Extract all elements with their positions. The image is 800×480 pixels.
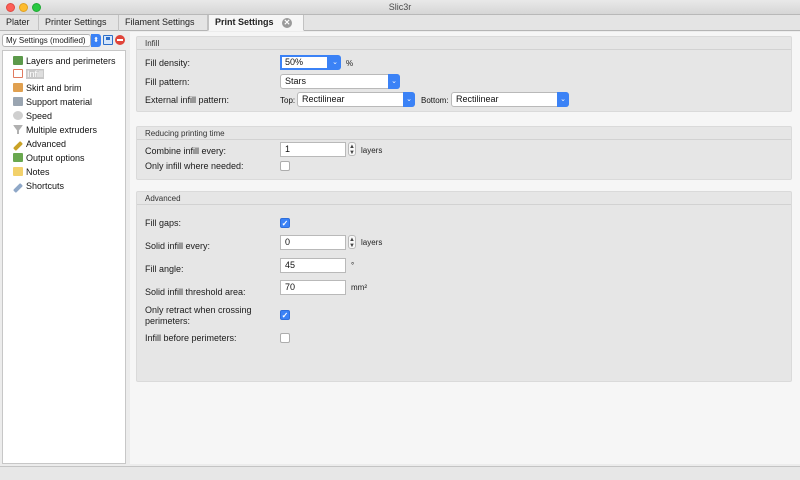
settings-category-list: Layers and perimeters Infill Skirt and b… bbox=[2, 50, 126, 464]
tab-label: Plater bbox=[6, 17, 30, 27]
section-divider bbox=[137, 49, 791, 50]
advanced-section: Advanced Fill gaps: ✓ Solid infill every… bbox=[136, 191, 792, 382]
only-retract-checkbox[interactable]: ✓ bbox=[280, 310, 290, 320]
infill-before-perimeters-label: Infill before perimeters: bbox=[145, 333, 237, 343]
nav-item-speed[interactable]: Speed bbox=[13, 110, 52, 123]
status-bar bbox=[0, 466, 800, 480]
nav-item-skirt-and-brim[interactable]: Skirt and brim bbox=[13, 82, 82, 95]
wrench-icon bbox=[13, 141, 23, 151]
solid-infill-threshold-input[interactable]: 70 bbox=[280, 280, 346, 295]
chevron-down-icon: ⌄ bbox=[403, 92, 415, 107]
infill-section: Infill Fill density: 50% ⌄ % Fill patter… bbox=[136, 36, 792, 112]
section-title: Reducing printing time bbox=[145, 129, 225, 138]
nav-item-infill[interactable]: Infill bbox=[13, 68, 45, 81]
nav-item-advanced[interactable]: Advanced bbox=[13, 138, 66, 151]
external-infill-pattern-label: External infill pattern: bbox=[145, 95, 230, 105]
fill-pattern-select[interactable]: Stars ⌄ bbox=[280, 74, 400, 89]
title-bar: Slic3r bbox=[0, 0, 800, 15]
fill-pattern-label: Fill pattern: bbox=[145, 77, 190, 87]
shortcuts-icon bbox=[13, 183, 23, 193]
fill-angle-input[interactable]: 45 bbox=[280, 258, 346, 273]
top-pattern-label: Top: bbox=[280, 96, 296, 105]
infill-before-perimeters-checkbox[interactable] bbox=[280, 333, 290, 343]
solid-infill-every-stepper[interactable]: ▲ ▼ bbox=[348, 235, 356, 249]
infill-icon bbox=[13, 69, 23, 78]
fill-gaps-checkbox[interactable]: ✓ bbox=[280, 218, 290, 228]
section-title: Advanced bbox=[145, 194, 181, 203]
chevron-down-icon: ⌄ bbox=[557, 92, 569, 107]
bottom-pattern-value: Rectilinear bbox=[456, 94, 499, 104]
bottom-infill-pattern-select[interactable]: Rectilinear ⌄ bbox=[451, 92, 569, 107]
nav-item-multiple-extruders[interactable]: Multiple extruders bbox=[13, 124, 97, 137]
only-infill-where-needed-label: Only infill where needed: bbox=[145, 161, 244, 171]
skirt-brim-icon bbox=[13, 83, 23, 92]
only-infill-where-needed-checkbox[interactable] bbox=[280, 161, 290, 171]
solid-infill-threshold-label: Solid infill threshold area: bbox=[145, 287, 246, 297]
bottom-pattern-label: Bottom: bbox=[421, 96, 449, 105]
combine-infill-unit: layers bbox=[361, 146, 383, 155]
fill-density-unit: % bbox=[346, 59, 354, 68]
delete-preset-icon[interactable] bbox=[115, 35, 125, 45]
nav-item-notes[interactable]: Notes bbox=[13, 166, 50, 179]
combine-infill-input[interactable]: 1 bbox=[280, 142, 346, 157]
fill-density-input[interactable]: 50% bbox=[280, 55, 329, 70]
fill-pattern-value: Stars bbox=[285, 76, 307, 86]
output-icon bbox=[13, 153, 23, 162]
note-icon bbox=[13, 167, 23, 176]
tab-plater[interactable]: Plater bbox=[0, 15, 39, 31]
funnel-icon bbox=[13, 125, 23, 134]
settings-content: Infill Fill density: 50% ⌄ % Fill patter… bbox=[130, 32, 800, 464]
fill-angle-label: Fill angle: bbox=[145, 264, 184, 274]
speed-icon bbox=[13, 111, 23, 120]
combine-infill-stepper[interactable]: ▲ ▼ bbox=[348, 142, 356, 156]
fill-density-label: Fill density: bbox=[145, 58, 191, 68]
tab-label: Print Settings bbox=[215, 17, 274, 27]
window-title: Slic3r bbox=[388, 2, 412, 12]
save-preset-icon[interactable] bbox=[103, 35, 113, 45]
close-tab-icon[interactable]: ✕ bbox=[282, 18, 292, 28]
chevron-down-icon: ⌄ bbox=[388, 74, 400, 89]
layers-icon bbox=[13, 56, 23, 65]
nav-item-support-material[interactable]: Support material bbox=[13, 96, 92, 109]
nav-item-output-options[interactable]: Output options bbox=[13, 152, 85, 165]
fill-gaps-label: Fill gaps: bbox=[145, 218, 182, 228]
fill-density-dropdown-arrow[interactable]: ⌄ bbox=[329, 55, 341, 70]
settings-sidebar: My Settings (modified) ⬍ Layers and peri… bbox=[0, 32, 128, 464]
section-divider bbox=[137, 204, 791, 205]
top-pattern-value: Rectilinear bbox=[302, 94, 345, 104]
reducing-printing-time-section: Reducing printing time Combine infill ev… bbox=[136, 126, 792, 180]
tab-printer-settings[interactable]: Printer Settings bbox=[39, 15, 119, 31]
solid-infill-every-input[interactable]: 0 bbox=[280, 235, 346, 250]
tab-bar: Plater Printer Settings Filament Setting… bbox=[0, 15, 800, 31]
support-material-icon bbox=[13, 97, 23, 106]
tab-label: Filament Settings bbox=[125, 17, 195, 27]
fill-angle-unit: ° bbox=[351, 261, 355, 270]
only-retract-label-line2: perimeters: bbox=[145, 316, 191, 326]
solid-infill-threshold-unit: mm² bbox=[351, 283, 367, 292]
tab-filament-settings[interactable]: Filament Settings bbox=[119, 15, 208, 31]
solid-infill-every-label: Solid infill every: bbox=[145, 241, 211, 251]
preset-dropdown-arrow[interactable]: ⬍ bbox=[91, 34, 101, 47]
top-infill-pattern-select[interactable]: Rectilinear ⌄ bbox=[297, 92, 415, 107]
solid-infill-every-unit: layers bbox=[361, 238, 383, 247]
tab-print-settings[interactable]: Print Settings ✕ bbox=[208, 15, 304, 31]
nav-item-shortcuts[interactable]: Shortcuts bbox=[13, 180, 64, 193]
preset-select[interactable]: My Settings (modified) bbox=[2, 34, 91, 47]
section-title: Infill bbox=[145, 39, 160, 48]
section-divider bbox=[137, 139, 791, 140]
tab-label: Printer Settings bbox=[45, 17, 107, 27]
nav-item-layers-and-perimeters[interactable]: Layers and perimeters bbox=[13, 55, 116, 68]
combine-infill-label: Combine infill every: bbox=[145, 146, 227, 156]
only-retract-label-line1: Only retract when crossing bbox=[145, 305, 252, 315]
